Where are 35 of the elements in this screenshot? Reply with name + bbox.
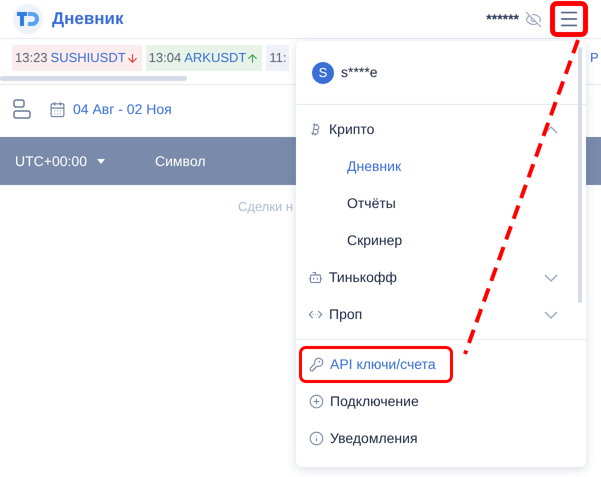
calendar-icon [49, 100, 66, 118]
menu-item[interactable]: Скринер [296, 222, 586, 259]
layout-icon[interactable] [13, 99, 31, 119]
menu-group[interactable]: Крипто [296, 111, 586, 148]
robot-icon [308, 270, 323, 285]
menu-group[interactable]: Проп [296, 296, 586, 333]
ticker-chip[interactable]: 11: [266, 45, 290, 71]
user-avatar[interactable]: S [312, 62, 334, 84]
arrow-down-icon [126, 52, 139, 64]
menu-item[interactable]: Уведомления [299, 420, 435, 457]
plus-circle-icon [309, 394, 324, 409]
ticker-chip[interactable]: 13:04 ARKUSDT [146, 45, 262, 71]
menu-item[interactable]: Подключение [299, 383, 436, 420]
hidden-balance: ****** [486, 10, 519, 28]
key-icon [309, 357, 324, 372]
ticker-chip[interactable]: 13:23 SUSHIUSDT [12, 45, 142, 71]
menu-group[interactable]: Тинькофф [296, 259, 586, 296]
empty-message: Сделки н [238, 199, 294, 214]
menu-button[interactable] [550, 1, 588, 37]
menu-item[interactable]: Отчёты [296, 185, 586, 222]
menu-item[interactable]: Дневник [296, 148, 586, 185]
date-range[interactable]: 04 Авг - 02 Ноя [73, 98, 172, 120]
eye-off-icon[interactable] [525, 10, 542, 28]
info-icon [309, 431, 324, 446]
column-header[interactable]: Символ [155, 150, 206, 172]
scrollbar[interactable] [0, 76, 187, 81]
page-title: Дневник [52, 8, 124, 30]
arrow-up-icon [246, 52, 260, 64]
ticker-symbol: Р [590, 49, 600, 68]
logo-icon [13, 4, 43, 34]
column-header[interactable]: UTC+00:00 [15, 150, 87, 172]
menu-scrollbar[interactable] [578, 47, 582, 303]
user-name: s****e [341, 63, 378, 82]
menu-item[interactable]: API ключи/счета [299, 346, 453, 383]
dropdown-caret-icon [96, 158, 105, 164]
